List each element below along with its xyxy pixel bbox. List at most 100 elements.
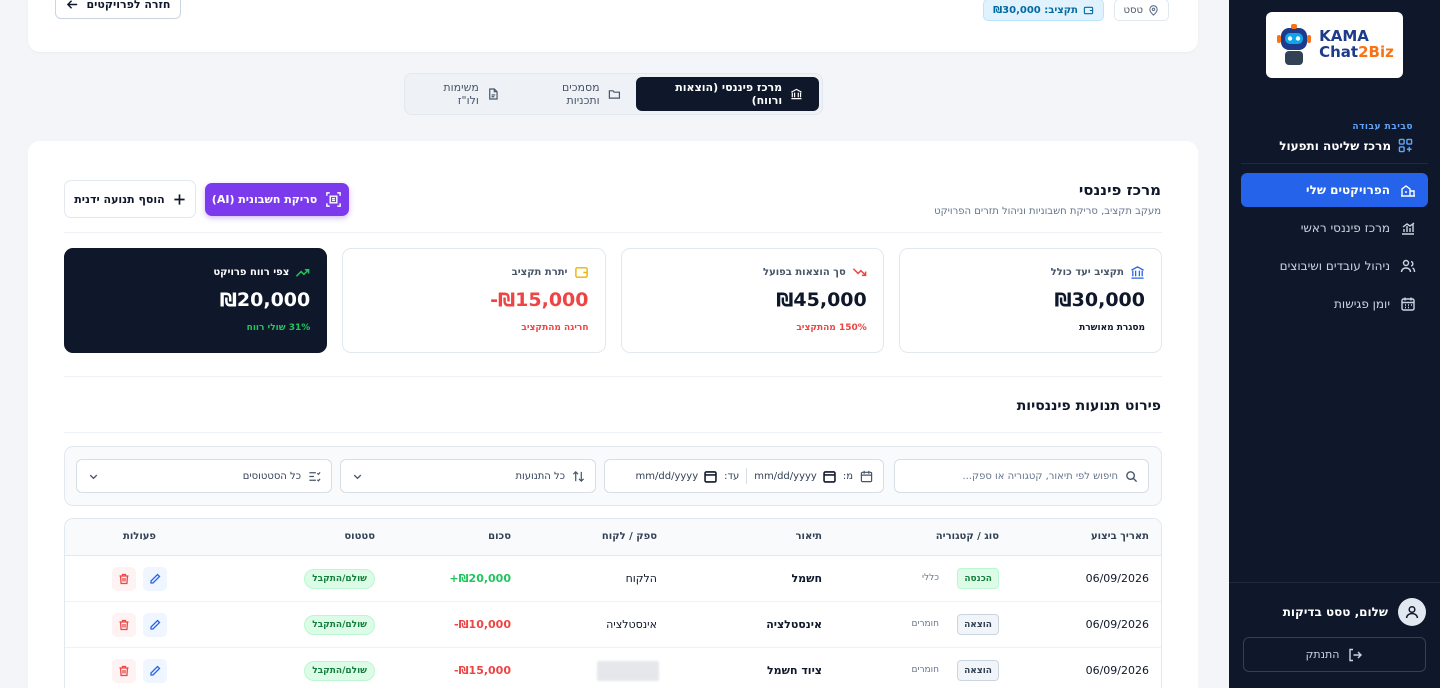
bank-icon: [1131, 266, 1144, 279]
type-tag: הוצאה: [957, 614, 999, 635]
kpi-label-text: יתרת תקציב: [511, 267, 568, 278]
kpi-label-text: תקציב יעד כולל: [1050, 267, 1124, 278]
robot-logo-icon: [1277, 24, 1312, 65]
add-manual-transaction-label: הוסף תנועה ידנית: [74, 192, 165, 206]
logout-icon: [1349, 648, 1363, 661]
to-date-input[interactable]: mm/dd/yyyy: [636, 470, 718, 483]
edit-button[interactable]: [143, 613, 167, 637]
kpi-label-text: צפי רווח פרויקט: [213, 267, 290, 278]
row-description: ציוד חשמל: [766, 664, 822, 677]
finance-panel: מרכז פיננסי מעקב תקציב, סריקת חשבוניות ו…: [28, 141, 1198, 688]
sort-arrows-icon: [572, 470, 585, 482]
budget-chip: תקציב: ₪30,000: [983, 0, 1104, 21]
kpi-label-text: סך הוצאות בפועל: [763, 267, 846, 278]
plus-icon: [174, 193, 185, 205]
kpi-card-budget-balance: יתרת תקציב -₪15,000 חריגה מהתקציב: [342, 248, 606, 353]
kpi-note: מסגרת מאושרת: [1079, 323, 1145, 333]
kpi-label: סך הוצאות בפועל: [763, 265, 867, 280]
sidebar-item-label: מרכז פיננסי ראשי: [1300, 221, 1390, 235]
app-logo[interactable]: KAMA Chat2Biz: [1266, 12, 1403, 78]
kpi-value: ₪45,000: [776, 289, 867, 311]
divider: [64, 376, 1162, 377]
grid-plus-icon: [1398, 138, 1413, 153]
back-to-projects-button[interactable]: חזרה לפרויקטים: [55, 0, 181, 19]
wallet-icon: [1083, 6, 1094, 14]
date-range-filter: מ: mm/dd/yyyy עד: mm/dd/yyyy: [604, 459, 884, 493]
tab-finance[interactable]: מרכז פיננסי (הוצאות ורווח): [636, 77, 819, 111]
date-separator: [746, 468, 748, 484]
trend-down-icon: [852, 268, 867, 277]
sidebar-item-label: הפרויקטים שלי: [1306, 183, 1390, 197]
add-manual-transaction-button[interactable]: הוסף תנועה ידנית: [64, 180, 196, 218]
logout-button[interactable]: התנתק: [1243, 637, 1426, 672]
kpi-card-target-budget: תקציב יעד כולל ₪30,000 מסגרת מאושרת: [898, 248, 1162, 353]
transaction-type-value: כל התנועות: [515, 470, 565, 482]
kpi-note: חריגה מהתקציב: [521, 323, 589, 333]
edit-button[interactable]: [143, 567, 167, 591]
row-party: הלקוח: [625, 572, 657, 585]
row-date: 06/09/2026: [1085, 572, 1149, 585]
table-row[interactable]: 06/09/2026 הוצאה חומרים אינסטלציה אינסטל…: [65, 602, 1161, 648]
calendar-icon[interactable]: [823, 470, 836, 483]
status-badge: שולם/התקבל: [304, 615, 375, 635]
sidebar-item-finance[interactable]: מרכז פיננסי ראשי: [1241, 211, 1428, 245]
delete-button[interactable]: [112, 613, 136, 637]
chevron-down-icon: [353, 474, 362, 479]
col-amount: סכום: [488, 531, 511, 542]
kpi-label: יתרת תקציב: [512, 265, 589, 280]
kpi-note: 31% שולי רווח: [246, 323, 311, 333]
col-status: סטטוס: [344, 531, 375, 542]
tab-tasks[interactable]: משימות ולו"ז: [408, 77, 516, 111]
transactions-table: תאריך ביצוע סוג / קטגוריה תיאור ספק / לק…: [64, 518, 1162, 688]
kpi-value: ₪30,000: [1054, 289, 1145, 311]
chevron-down-icon: [89, 474, 98, 479]
row-date: 06/09/2026: [1085, 618, 1149, 631]
type-tag: הוצאה: [957, 660, 999, 681]
kpi-value: -₪15,000: [490, 289, 589, 311]
col-party: ספק / לקוח: [601, 531, 657, 542]
search-input[interactable]: חיפוש לפי תיאור, קטגוריה או ספק...: [894, 459, 1149, 493]
user-profile[interactable]: שלום, טסט בדיקות: [1283, 598, 1426, 626]
sidebar-item-employees[interactable]: ניהול עובדים ושיבוצים: [1241, 249, 1428, 283]
sidebar: KAMA Chat2Biz סביבת עבודה מרכז שליטה ותפ…: [1229, 0, 1440, 688]
logo-line2b: 2Biz: [1358, 43, 1394, 61]
sidebar-item-calendar[interactable]: יומן פגישות: [1241, 287, 1428, 321]
search-icon: [1126, 470, 1138, 482]
table-row[interactable]: 06/09/2026 הוצאה חומרים ציוד חשמל -₪15,0…: [65, 648, 1161, 688]
from-date-input[interactable]: mm/dd/yyyy: [754, 470, 836, 483]
section-title: פירוט תנועות פיננסיות: [1016, 398, 1161, 414]
workspace-title-text: מרכז שליטה ותפעול: [1279, 138, 1391, 153]
row-category: חומרים: [911, 665, 939, 675]
sidebar-item-label: ניהול עובדים ושיבוצים: [1279, 259, 1390, 273]
kpi-cards: תקציב יעד כולל ₪30,000 מסגרת מאושרת סך ה…: [64, 248, 1162, 353]
users-icon: [1400, 259, 1416, 273]
blurred-party: [597, 661, 659, 681]
calendar-icon[interactable]: [704, 470, 717, 483]
location-chip-text: טסט: [1123, 4, 1143, 16]
delete-button[interactable]: [112, 659, 136, 683]
location-chip: טסט: [1113, 0, 1169, 21]
sidebar-item-projects[interactable]: הפרויקטים שלי: [1241, 173, 1428, 207]
arrow-left-icon: [66, 0, 77, 9]
page-title: מרכז פיננסי: [1078, 181, 1161, 199]
transaction-type-select[interactable]: כל התנועות: [340, 459, 596, 493]
tab-label: מסמכים ותכניות: [561, 81, 600, 107]
tab-documents[interactable]: מסמכים ותכניות: [516, 77, 637, 111]
table-header: תאריך ביצוע סוג / קטגוריה תיאור ספק / לק…: [65, 519, 1161, 556]
table-row[interactable]: 06/09/2026 הכנסה כללי חשמל הלקוח +₪20,00…: [65, 556, 1161, 602]
col-date: תאריך ביצוע: [1091, 531, 1149, 542]
from-date-placeholder: mm/dd/yyyy: [754, 470, 817, 482]
col-type-category: סוג / קטגוריה: [935, 531, 999, 542]
scan-invoice-ai-button[interactable]: סריקת חשבונית (AI): [205, 183, 349, 216]
status-select[interactable]: כל הסטטוסים: [76, 459, 332, 493]
row-description: חשמל: [791, 572, 822, 585]
delete-button[interactable]: [112, 567, 136, 591]
kpi-card-profit-forecast: צפי רווח פרויקט ₪20,000 31% שולי רווח: [64, 248, 328, 353]
project-header-card: טסט תקציב: ₪30,000: [28, 0, 1198, 52]
type-tag: הכנסה: [957, 568, 999, 589]
document-icon: [489, 88, 498, 100]
from-label: מ:: [842, 470, 853, 482]
edit-button[interactable]: [143, 659, 167, 683]
map-pin-icon: [1149, 4, 1158, 16]
col-description: תיאור: [795, 531, 822, 542]
